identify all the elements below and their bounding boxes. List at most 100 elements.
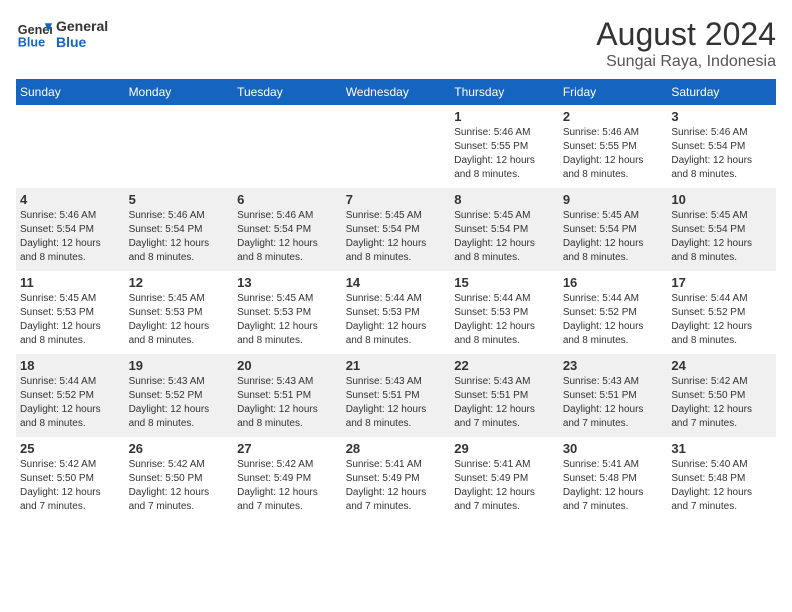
day-info: Sunrise: 5:46 AM Sunset: 5:55 PM Dayligh… <box>454 126 555 182</box>
day-info: Sunrise: 5:44 AM Sunset: 5:52 PM Dayligh… <box>671 292 772 348</box>
calendar-cell: 22 Sunrise: 5:43 AM Sunset: 5:51 PM Dayli… <box>450 354 559 437</box>
day-info: Sunrise: 5:41 AM Sunset: 5:49 PM Dayligh… <box>454 458 555 514</box>
calendar-cell: 18 Sunrise: 5:44 AM Sunset: 5:52 PM Dayli… <box>16 354 125 437</box>
logo-blue: Blue <box>56 34 108 50</box>
page-title: August 2024 <box>596 16 776 53</box>
calendar-cell: 2Sunrise: 5:46 AM Sunset: 5:55 PM Daylig… <box>559 105 668 188</box>
day-info: Sunrise: 5:44 AM Sunset: 5:53 PM Dayligh… <box>454 292 555 348</box>
day-info: Sunrise: 5:41 AM Sunset: 5:48 PM Dayligh… <box>563 458 664 514</box>
title-block: August 2024 Sungai Raya, Indonesia <box>596 16 776 71</box>
weekday-header-row: SundayMondayTuesdayWednesdayThursdayFrid… <box>16 79 776 105</box>
weekday-header-tuesday: Tuesday <box>233 79 342 105</box>
calendar-row-1: 4Sunrise: 5:46 AM Sunset: 5:54 PM Daylig… <box>16 188 776 271</box>
day-info: Sunrise: 5:46 AM Sunset: 5:54 PM Dayligh… <box>237 209 338 265</box>
calendar-cell: 24 Sunrise: 5:42 AM Sunset: 5:50 PM Dayli… <box>667 354 776 437</box>
calendar-cell: 27Sunrise: 5:42 AM Sunset: 5:49 PM Dayli… <box>233 437 342 520</box>
calendar-row-2: 11 Sunrise: 5:45 AM Sunset: 5:53 PM Dayli… <box>16 271 776 354</box>
calendar-cell: 3Sunrise: 5:46 AM Sunset: 5:54 PM Daylig… <box>667 105 776 188</box>
day-number: 15 <box>454 275 555 290</box>
day-number: 29 <box>454 441 555 456</box>
calendar-cell: 8Sunrise: 5:45 AM Sunset: 5:54 PM Daylig… <box>450 188 559 271</box>
day-number: 16 <box>563 275 664 290</box>
day-number: 24 <box>671 358 772 373</box>
calendar-cell <box>233 105 342 188</box>
calendar-cell: 9 Sunrise: 5:45 AM Sunset: 5:54 PM Daylig… <box>559 188 668 271</box>
day-number: 31 <box>671 441 772 456</box>
weekday-header-saturday: Saturday <box>667 79 776 105</box>
calendar-cell: 7 Sunrise: 5:45 AM Sunset: 5:54 PM Daylig… <box>342 188 451 271</box>
logo-general: General <box>56 18 108 34</box>
day-info: Sunrise: 5:44 AM Sunset: 5:53 PM Dayligh… <box>346 292 447 348</box>
calendar-row-0: 1 Sunrise: 5:46 AM Sunset: 5:55 PM Daylig… <box>16 105 776 188</box>
weekday-header-sunday: Sunday <box>16 79 125 105</box>
day-number: 14 <box>346 275 447 290</box>
day-number: 10 <box>671 192 772 207</box>
calendar-cell: 5Sunrise: 5:46 AM Sunset: 5:54 PM Daylig… <box>125 188 234 271</box>
day-info: Sunrise: 5:46 AM Sunset: 5:55 PM Dayligh… <box>563 126 664 182</box>
calendar-cell: 14 Sunrise: 5:44 AM Sunset: 5:53 PM Dayli… <box>342 271 451 354</box>
calendar-cell: 13 Sunrise: 5:45 AM Sunset: 5:53 PM Dayli… <box>233 271 342 354</box>
calendar-cell: 31 Sunrise: 5:40 AM Sunset: 5:48 PM Dayli… <box>667 437 776 520</box>
day-number: 13 <box>237 275 338 290</box>
day-number: 6 <box>237 192 338 207</box>
page-subtitle: Sungai Raya, Indonesia <box>596 53 776 71</box>
day-number: 1 <box>454 109 555 124</box>
day-info: Sunrise: 5:45 AM Sunset: 5:53 PM Dayligh… <box>129 292 230 348</box>
calendar-cell: 25 Sunrise: 5:42 AM Sunset: 5:50 PM Dayli… <box>16 437 125 520</box>
calendar-cell: 21Sunrise: 5:43 AM Sunset: 5:51 PM Dayli… <box>342 354 451 437</box>
day-info: Sunrise: 5:44 AM Sunset: 5:52 PM Dayligh… <box>20 375 121 431</box>
calendar-header: SundayMondayTuesdayWednesdayThursdayFrid… <box>16 79 776 105</box>
calendar-cell: 28Sunrise: 5:41 AM Sunset: 5:49 PM Dayli… <box>342 437 451 520</box>
weekday-header-thursday: Thursday <box>450 79 559 105</box>
day-number: 25 <box>20 441 121 456</box>
day-number: 22 <box>454 358 555 373</box>
calendar-cell: 16 Sunrise: 5:44 AM Sunset: 5:52 PM Dayli… <box>559 271 668 354</box>
day-number: 20 <box>237 358 338 373</box>
day-info: Sunrise: 5:43 AM Sunset: 5:52 PM Dayligh… <box>129 375 230 431</box>
calendar-cell: 12 Sunrise: 5:45 AM Sunset: 5:53 PM Dayli… <box>125 271 234 354</box>
weekday-header-friday: Friday <box>559 79 668 105</box>
day-number: 18 <box>20 358 121 373</box>
day-info: Sunrise: 5:45 AM Sunset: 5:53 PM Dayligh… <box>20 292 121 348</box>
logo: General Blue General Blue <box>16 16 108 52</box>
calendar-cell <box>125 105 234 188</box>
day-info: Sunrise: 5:40 AM Sunset: 5:48 PM Dayligh… <box>671 458 772 514</box>
day-info: Sunrise: 5:45 AM Sunset: 5:54 PM Dayligh… <box>671 209 772 265</box>
day-info: Sunrise: 5:41 AM Sunset: 5:49 PM Dayligh… <box>346 458 447 514</box>
day-number: 17 <box>671 275 772 290</box>
day-info: Sunrise: 5:43 AM Sunset: 5:51 PM Dayligh… <box>454 375 555 431</box>
day-info: Sunrise: 5:43 AM Sunset: 5:51 PM Dayligh… <box>563 375 664 431</box>
weekday-header-wednesday: Wednesday <box>342 79 451 105</box>
day-number: 26 <box>129 441 230 456</box>
day-info: Sunrise: 5:46 AM Sunset: 5:54 PM Dayligh… <box>671 126 772 182</box>
day-info: Sunrise: 5:42 AM Sunset: 5:50 PM Dayligh… <box>20 458 121 514</box>
calendar-cell: 15 Sunrise: 5:44 AM Sunset: 5:53 PM Dayli… <box>450 271 559 354</box>
calendar-cell: 4Sunrise: 5:46 AM Sunset: 5:54 PM Daylig… <box>16 188 125 271</box>
day-number: 12 <box>129 275 230 290</box>
calendar-cell: 29 Sunrise: 5:41 AM Sunset: 5:49 PM Dayli… <box>450 437 559 520</box>
day-number: 30 <box>563 441 664 456</box>
day-info: Sunrise: 5:42 AM Sunset: 5:50 PM Dayligh… <box>671 375 772 431</box>
day-number: 23 <box>563 358 664 373</box>
day-info: Sunrise: 5:45 AM Sunset: 5:53 PM Dayligh… <box>237 292 338 348</box>
day-info: Sunrise: 5:42 AM Sunset: 5:49 PM Dayligh… <box>237 458 338 514</box>
day-info: Sunrise: 5:43 AM Sunset: 5:51 PM Dayligh… <box>346 375 447 431</box>
calendar-body: 1 Sunrise: 5:46 AM Sunset: 5:55 PM Daylig… <box>16 105 776 520</box>
calendar-row-3: 18 Sunrise: 5:44 AM Sunset: 5:52 PM Dayli… <box>16 354 776 437</box>
calendar-cell: 1 Sunrise: 5:46 AM Sunset: 5:55 PM Daylig… <box>450 105 559 188</box>
calendar-cell: 30 Sunrise: 5:41 AM Sunset: 5:48 PM Dayli… <box>559 437 668 520</box>
day-info: Sunrise: 5:45 AM Sunset: 5:54 PM Dayligh… <box>454 209 555 265</box>
day-number: 9 <box>563 192 664 207</box>
calendar-cell <box>342 105 451 188</box>
day-info: Sunrise: 5:45 AM Sunset: 5:54 PM Dayligh… <box>563 209 664 265</box>
day-info: Sunrise: 5:45 AM Sunset: 5:54 PM Dayligh… <box>346 209 447 265</box>
calendar-cell: 17 Sunrise: 5:44 AM Sunset: 5:52 PM Dayli… <box>667 271 776 354</box>
logo-icon: General Blue <box>16 16 52 52</box>
day-info: Sunrise: 5:44 AM Sunset: 5:52 PM Dayligh… <box>563 292 664 348</box>
day-number: 7 <box>346 192 447 207</box>
day-number: 11 <box>20 275 121 290</box>
calendar-cell: 11 Sunrise: 5:45 AM Sunset: 5:53 PM Dayli… <box>16 271 125 354</box>
calendar-cell: 20Sunrise: 5:43 AM Sunset: 5:51 PM Dayli… <box>233 354 342 437</box>
calendar-cell: 10 Sunrise: 5:45 AM Sunset: 5:54 PM Dayli… <box>667 188 776 271</box>
day-info: Sunrise: 5:46 AM Sunset: 5:54 PM Dayligh… <box>20 209 121 265</box>
